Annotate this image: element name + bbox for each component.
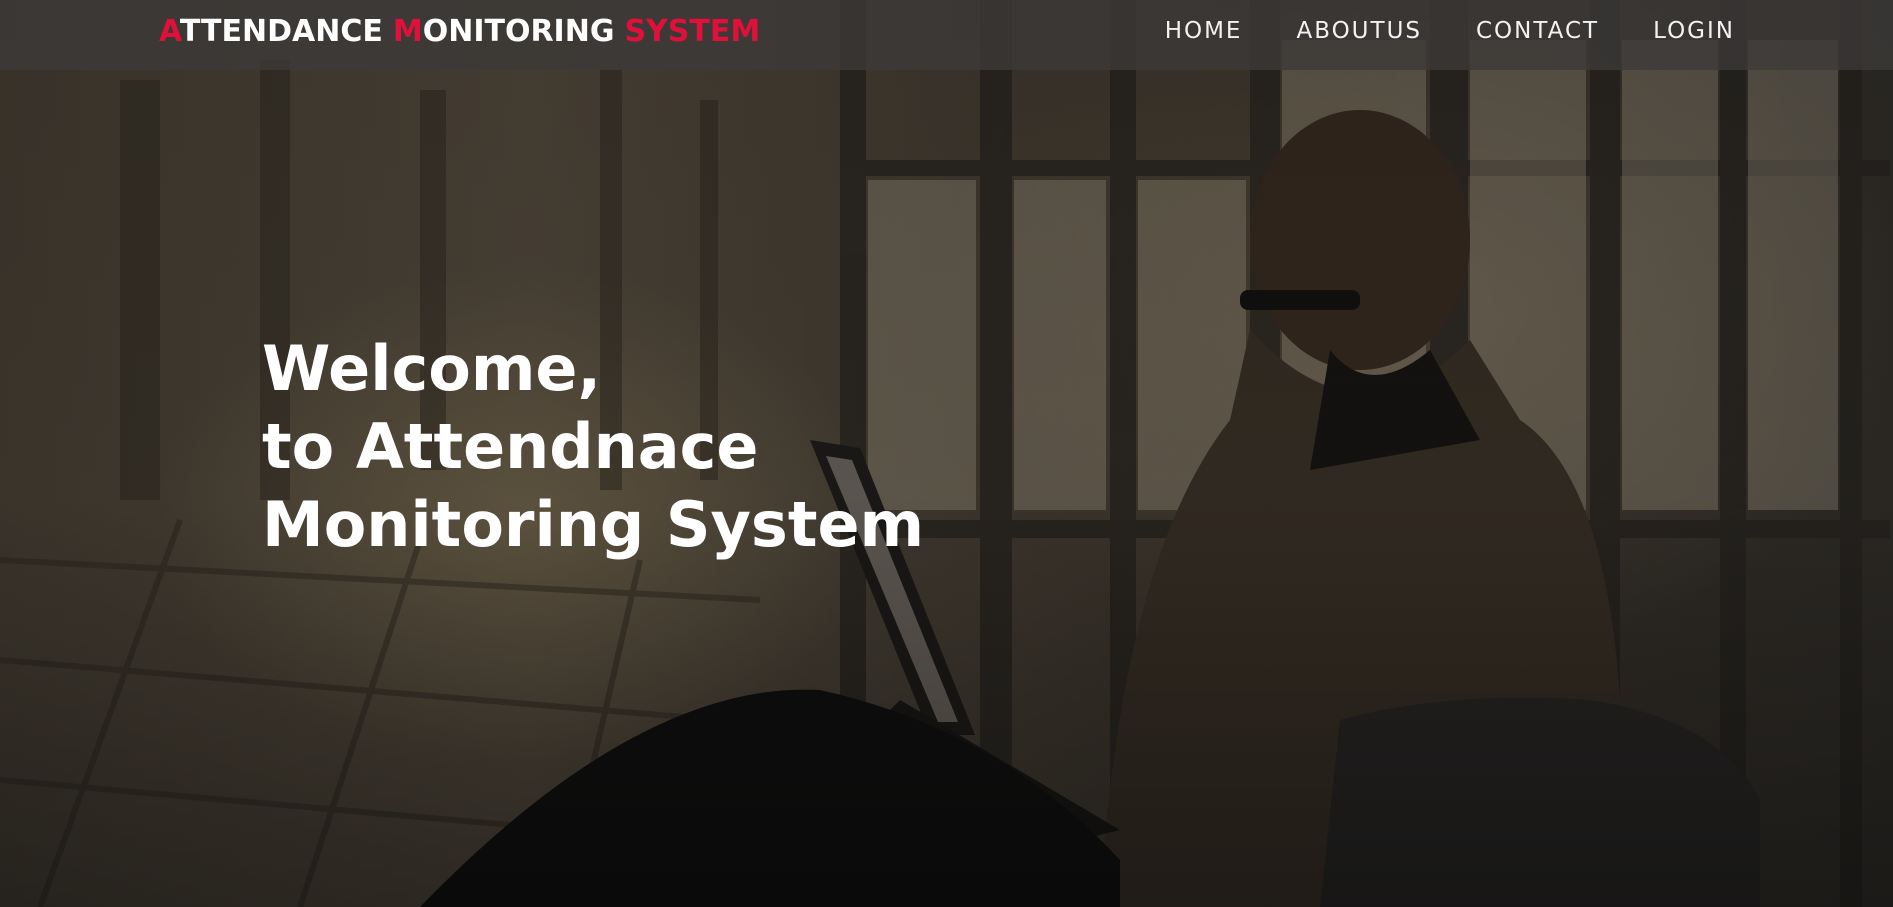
hero-heading: Welcome, to Attendnace Monitoring System — [262, 330, 924, 564]
hero-line-system: Monitoring System — [262, 488, 925, 561]
nav-aboutus-link[interactable]: ABOUTUS — [1296, 18, 1422, 44]
hero-line-welcome: Welcome, — [262, 332, 602, 405]
nav-contact-link[interactable]: CONTACT — [1476, 18, 1599, 44]
brand-word-system: SYSTEM — [624, 14, 761, 49]
brand-initial-m: M — [392, 14, 423, 49]
brand-initial-a: A — [159, 14, 180, 49]
brand-logo[interactable]: ATTENDANCE MONITORING SYSTEM — [159, 14, 760, 49]
brand-word-attendance: TTENDANCE — [179, 14, 383, 49]
nav-home-link[interactable]: HOME — [1165, 18, 1243, 44]
hero-section: ATTENDANCE MONITORING SYSTEM HOME ABOUTUS … — [0, 0, 1893, 907]
nav-login-link[interactable]: LOGIN — [1653, 18, 1735, 44]
brand-word-monitoring: ONITORING — [422, 14, 615, 49]
top-navbar: ATTENDANCE MONITORING SYSTEM HOME ABOUTUS … — [0, 0, 1893, 70]
main-nav: HOME ABOUTUS CONTACT LOGIN — [1165, 18, 1735, 44]
hero-line-attendance: to Attendnace — [262, 410, 759, 483]
